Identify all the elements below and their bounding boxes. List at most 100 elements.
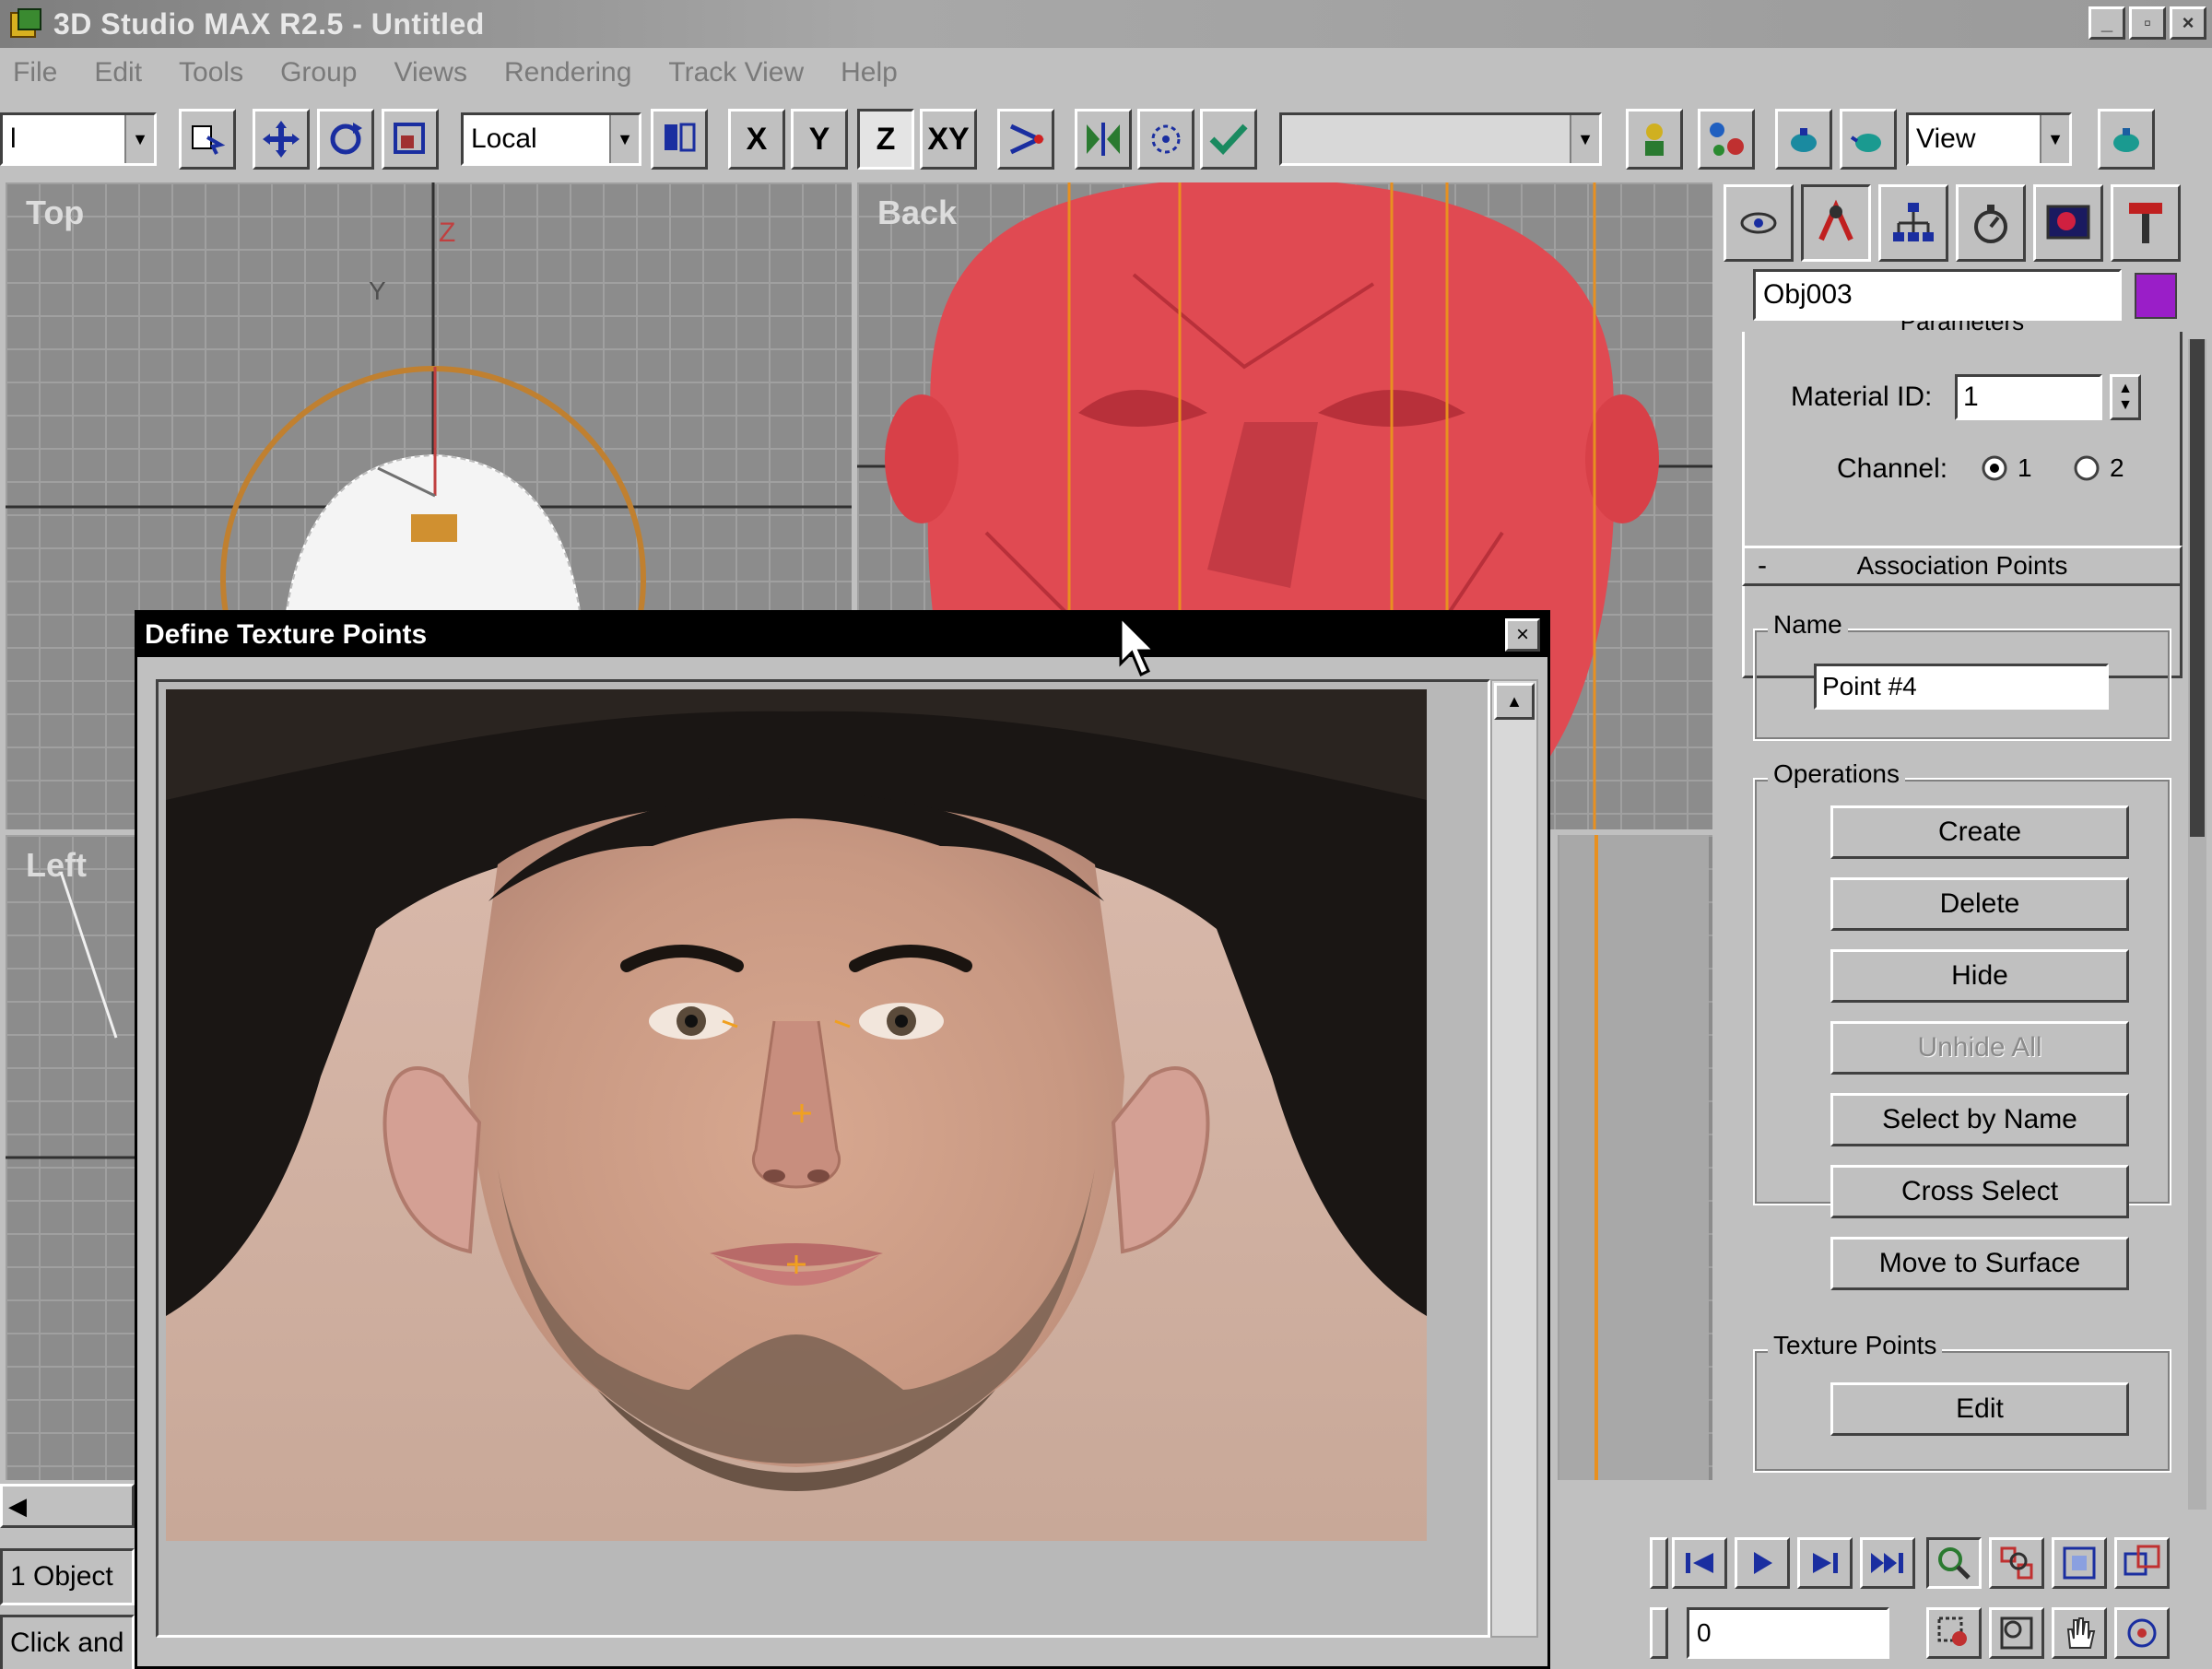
object-color-swatch[interactable]	[2135, 273, 2177, 319]
select-by-name-op-button[interactable]: Select by Name	[1830, 1093, 2129, 1146]
material-id-spinner[interactable]: ▲ ▼	[2110, 374, 2141, 420]
align-button[interactable]	[1200, 109, 1257, 170]
panel-scrollbar[interactable]	[2188, 339, 2206, 1510]
channel-label: Channel:	[1837, 453, 1948, 484]
render-scene-button[interactable]	[1840, 109, 1897, 170]
texture-view[interactable]	[156, 679, 1490, 1638]
viewport-perspective[interactable]	[1558, 835, 1712, 1480]
face-texture-image[interactable]	[166, 689, 1427, 1541]
object-name-field[interactable]: Obj003	[1753, 269, 2122, 321]
restrict-y-button[interactable]: Y	[791, 109, 848, 170]
menu-rendering[interactable]: Rendering	[504, 57, 631, 88]
next-frame-button[interactable]	[1797, 1537, 1853, 1589]
cross-select-button[interactable]: Cross Select	[1830, 1165, 2129, 1218]
association-points-rollout: - Association Points Name Point #4 Opera…	[1742, 546, 2183, 1500]
viewport-hscroll[interactable]: ◀	[0, 1484, 135, 1528]
hide-button[interactable]: Hide	[1830, 949, 2129, 1003]
chevron-down-icon: ▼	[2040, 115, 2069, 163]
operations-group-label: Operations	[1768, 759, 1905, 789]
command-panel: Obj003 Parameters Material ID: 1 ▲ ▼ Chan…	[1714, 173, 2212, 1519]
point-name-input[interactable]: Point #4	[1814, 664, 2109, 710]
array-button[interactable]	[1137, 109, 1194, 170]
mirror-icon	[1087, 123, 1120, 156]
magnifier-icon	[1938, 1547, 1971, 1580]
scale-button[interactable]	[382, 109, 439, 170]
zoom-all-button[interactable]	[1989, 1537, 2044, 1589]
menu-views[interactable]: Views	[394, 57, 466, 88]
dialog-scrollbar[interactable]: ▲	[1490, 679, 1538, 1638]
arc-rotate-button[interactable]	[2114, 1607, 2170, 1659]
restrict-z-button[interactable]: Z	[857, 109, 914, 170]
mirror-button[interactable]	[1075, 109, 1132, 170]
utilities-tab[interactable]	[2111, 184, 2181, 262]
move-button[interactable]	[253, 109, 310, 170]
current-frame-field[interactable]: 0	[1687, 1607, 1889, 1659]
zoom-extents-all-button[interactable]	[2114, 1537, 2170, 1589]
motion-tab[interactable]	[1956, 184, 2026, 262]
scroll-up-button[interactable]: ▲	[1494, 683, 1535, 720]
named-selection-dropdown[interactable]: ▼	[1279, 112, 1602, 166]
display-tab[interactable]	[2033, 184, 2103, 262]
teapot-icon	[1791, 128, 1817, 152]
menu-help[interactable]: Help	[841, 57, 898, 88]
schematic-view-button[interactable]	[1698, 109, 1755, 170]
menu-track-view[interactable]: Track View	[668, 57, 804, 88]
track-view-button[interactable]	[1626, 109, 1683, 170]
zoom-button[interactable]	[1926, 1537, 1982, 1589]
menu-file[interactable]: File	[13, 57, 57, 88]
status-prompt: Click and	[0, 1615, 135, 1669]
inverse-kinematics-button[interactable]	[997, 109, 1054, 170]
hierarchy-icon	[1893, 203, 1934, 241]
key-mode-button[interactable]	[1650, 1537, 1668, 1589]
restrict-xy-button[interactable]: XY	[920, 109, 977, 170]
zoom-extents-button[interactable]	[2052, 1537, 2107, 1589]
association-points-title: Association Points	[1856, 551, 2068, 580]
select-list-icon	[192, 125, 226, 155]
move-to-surface-button[interactable]: Move to Surface	[1830, 1237, 2129, 1290]
channel-radio-2[interactable]: 2	[2073, 453, 2124, 483]
close-button[interactable]: ×	[2170, 6, 2206, 40]
association-points-header[interactable]: - Association Points	[1742, 546, 2183, 586]
minimize-button[interactable]: _	[2088, 6, 2125, 40]
zoom-all-icon	[2000, 1546, 2033, 1580]
region-zoom-button[interactable]	[1926, 1607, 1982, 1659]
render-type-dropdown[interactable]: View ▼	[1906, 112, 2072, 166]
play-button[interactable]	[1735, 1537, 1790, 1589]
panel-scroll-thumb[interactable]	[2190, 339, 2205, 837]
maximize-button[interactable]: ▫	[2129, 6, 2166, 40]
channel-radio-1[interactable]: 1	[1981, 453, 2032, 483]
zoom-extents-all-icon	[2124, 1545, 2160, 1576]
go-to-start-button[interactable]	[1672, 1537, 1727, 1589]
rotate-button[interactable]	[317, 109, 374, 170]
dialog-close-button[interactable]: ×	[1505, 618, 1540, 652]
create-button[interactable]: Create	[1830, 805, 2129, 859]
menu-edit[interactable]: Edit	[94, 57, 142, 88]
modify-icon	[1818, 199, 1853, 241]
material-editor-button[interactable]	[1775, 109, 1832, 170]
display-icon	[2046, 205, 2090, 240]
material-id-input[interactable]: 1	[1955, 374, 2102, 420]
time-config-button[interactable]	[1650, 1607, 1668, 1659]
teapot-icon	[2113, 128, 2139, 152]
create-tab[interactable]	[1724, 184, 1794, 262]
viewport-left[interactable]: Left	[6, 835, 138, 1480]
selection-filter-dropdown[interactable]: l ▼	[0, 112, 157, 166]
restrict-x-button[interactable]: X	[728, 109, 785, 170]
field-of-view-button[interactable]	[1989, 1607, 2044, 1659]
pivot-center-button[interactable]	[651, 109, 708, 170]
main-toolbar: l ▼ Local ▼ X Y Z XY ▼ View ▼	[0, 101, 2212, 179]
delete-button[interactable]: Delete	[1830, 877, 2129, 931]
pan-button[interactable]	[2052, 1607, 2107, 1659]
coord-system-dropdown[interactable]: Local ▼	[461, 112, 641, 166]
quick-render-button[interactable]	[2098, 109, 2155, 170]
edit-texture-points-button[interactable]: Edit	[1830, 1382, 2129, 1436]
name-group: Name Point #4	[1753, 610, 2171, 741]
menu-group[interactable]: Group	[280, 57, 357, 88]
select-by-name-button[interactable]	[179, 109, 236, 170]
hierarchy-tab[interactable]	[1878, 184, 1948, 262]
menu-tools[interactable]: Tools	[179, 57, 243, 88]
dialog-title-bar[interactable]: Define Texture Points ×	[137, 613, 1547, 657]
modify-tab[interactable]	[1801, 184, 1871, 262]
go-to-end-button[interactable]	[1860, 1537, 1915, 1589]
viewport-perspective-fill	[1559, 835, 1709, 1480]
